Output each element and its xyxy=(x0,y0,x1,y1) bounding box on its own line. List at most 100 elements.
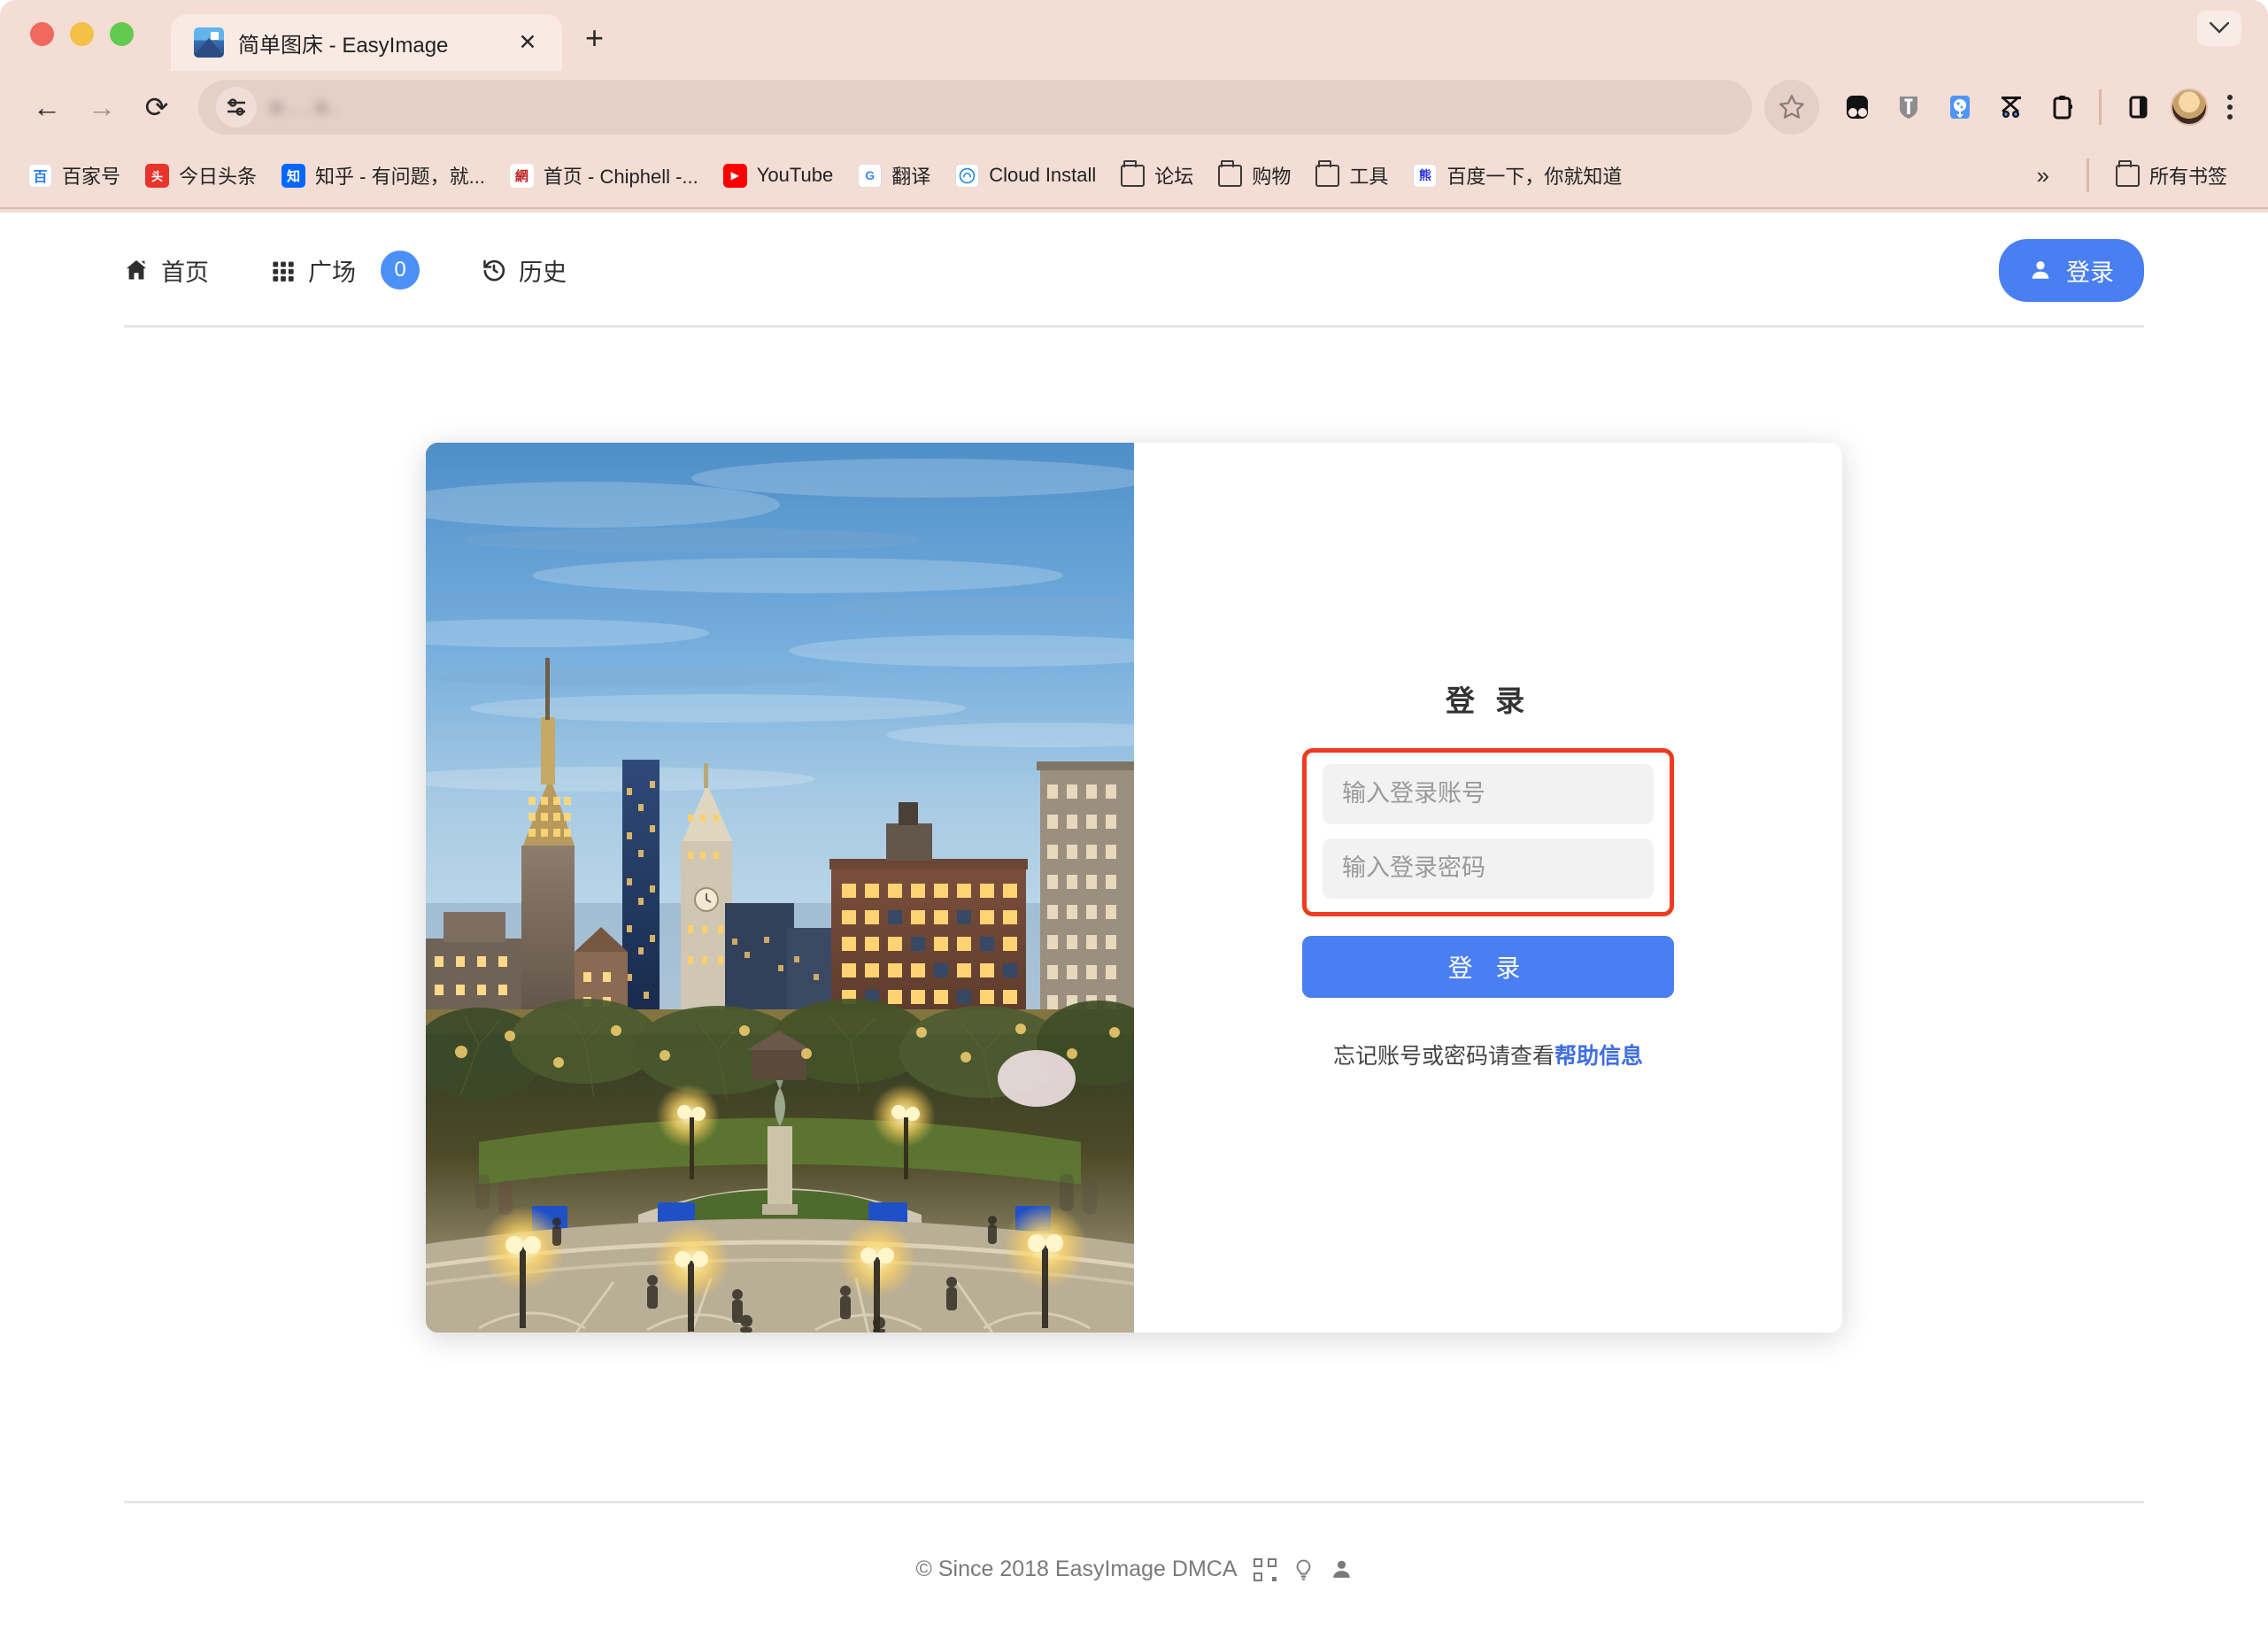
footer-divider xyxy=(124,1501,2144,1503)
tab-title: 简单图床 - EasyImage xyxy=(238,33,449,58)
pocket-icon[interactable] xyxy=(1832,81,1883,133)
google-translate-icon: G xyxy=(858,163,883,188)
bookmark-item-baidu[interactable]: 熊 百度一下，你就知道 xyxy=(1400,156,1634,195)
bookmark-item-baijiahao[interactable]: 百 百家号 xyxy=(16,156,133,195)
close-icon[interactable]: ✕ xyxy=(514,31,541,54)
site-settings-icon[interactable] xyxy=(216,87,257,127)
login-helper-text: 忘记账号或密码请查看帮助信息 xyxy=(1302,1039,1674,1070)
bookmark-label: YouTube xyxy=(756,164,834,186)
bookmark-label: 首页 - Chiphell -... xyxy=(543,166,698,188)
folder-icon xyxy=(1121,159,1146,187)
hero-image xyxy=(426,443,1134,1333)
nav-item-history[interactable]: 历史 xyxy=(482,253,567,288)
bookmark-star-icon[interactable] xyxy=(1764,80,1819,135)
side-panel-icon[interactable] xyxy=(2112,81,2164,133)
toutiao-icon: 头 xyxy=(145,163,170,188)
toolbar-divider xyxy=(2099,89,2102,125)
folder-icon xyxy=(2115,159,2140,187)
login-panel: 登 录 登 录 忘记账号或密码请查看帮助信息 xyxy=(1134,443,1842,1333)
plaza-count-badge: 0 xyxy=(381,251,420,290)
nav-item-home[interactable]: 首页 xyxy=(124,253,209,288)
login-card: 登 录 登 录 忘记账号或密码请查看帮助信息 xyxy=(426,443,1842,1333)
browser-menu-button[interactable] xyxy=(2215,95,2245,120)
window-controls xyxy=(30,22,134,71)
folder-icon xyxy=(1315,159,1340,187)
bookmarks-bar: 百 百家号 头 今日头条 知 知乎 - 有问题，就... 網 首页 - Chip… xyxy=(0,143,2268,209)
folder-icon xyxy=(1218,159,1243,187)
all-bookmarks-label: 所有书签 xyxy=(2148,166,2227,188)
cookie-icon[interactable] xyxy=(1934,81,1986,133)
login-form-title: 登 录 xyxy=(1445,684,1531,717)
bookmark-folder-shopping[interactable]: 购物 xyxy=(1206,156,1303,195)
bookmark-item-translate[interactable]: G 翻译 xyxy=(845,156,943,195)
site-nav: 首页 广场 0 历史 登录 xyxy=(0,212,2268,328)
baijiahao-icon: 百 xyxy=(28,163,52,188)
close-window-button[interactable] xyxy=(30,22,54,46)
bookmark-label: 工具 xyxy=(1349,166,1389,188)
forward-button[interactable]: → xyxy=(74,80,129,135)
browser-chrome: 简单图床 - EasyImage ✕ + ← → ⟳ n . . n . 百 百… xyxy=(0,0,2268,212)
bookmark-label: 购物 xyxy=(1252,166,1292,188)
header-login-button[interactable]: 登录 xyxy=(1999,238,2144,302)
header-login-label: 登录 xyxy=(2066,259,2114,286)
browser-toolbar: ← → ⟳ n . . n . xyxy=(0,71,2268,143)
bookmark-item-cloud-install[interactable]: Cloud Install xyxy=(943,158,1108,193)
browser-tab[interactable]: 简单图床 - EasyImage ✕ xyxy=(171,14,562,71)
bookmark-item-zhihu[interactable]: 知 知乎 - 有问题，就... xyxy=(269,156,498,195)
username-input[interactable] xyxy=(1323,763,1654,824)
zhihu-icon: 知 xyxy=(282,163,306,188)
image-mountain-icon xyxy=(194,27,224,58)
bookmark-label: Cloud Install xyxy=(989,164,1097,186)
nav-item-plaza[interactable]: 广场 0 xyxy=(271,251,420,290)
user-icon xyxy=(2029,259,2052,282)
url-text: n . . n . xyxy=(271,95,342,119)
address-bar[interactable]: n . . n . xyxy=(198,80,1752,135)
bookmark-label: 翻译 xyxy=(891,166,931,188)
main-area: 登 录 登 录 忘记账号或密码请查看帮助信息 xyxy=(0,328,2268,1333)
nav-item-label: 历史 xyxy=(519,259,567,286)
footer-copyright: © Since 2018 EasyImage DMCA xyxy=(915,1557,1238,1581)
page-content: 首页 广场 0 历史 登录 登 录 输入登录账号 登 录 忘记账号或密码请查看帮… xyxy=(0,212,2268,1638)
bookmark-label: 百家号 xyxy=(62,166,121,188)
nav-item-label: 广场 xyxy=(308,259,356,286)
help-info-link[interactable]: 帮助信息 xyxy=(1554,1044,1643,1069)
grid-icon xyxy=(271,258,296,282)
cloud-install-icon xyxy=(955,163,980,188)
avatar[interactable] xyxy=(2164,81,2215,133)
home-icon xyxy=(124,258,149,282)
all-bookmarks-button[interactable]: 所有书签 xyxy=(2103,156,2240,195)
baidu-icon: 熊 xyxy=(1413,163,1438,188)
back-button[interactable]: ← xyxy=(19,80,74,135)
youtube-icon: ▶ xyxy=(722,163,747,188)
bookmarks-overflow-button[interactable]: » xyxy=(2014,162,2072,189)
maximize-window-button[interactable] xyxy=(110,22,134,46)
tab-strip: 简单图床 - EasyImage ✕ + xyxy=(0,0,2268,71)
bookmark-item-chiphell[interactable]: 網 首页 - Chiphell -... xyxy=(498,156,711,195)
bookmark-label: 今日头条 xyxy=(179,166,258,188)
page-footer: © Since 2018 EasyImage DMCA xyxy=(0,1501,2268,1638)
bookmark-item-toutiao[interactable]: 头 今日头条 xyxy=(133,156,269,195)
chiphell-icon: 網 xyxy=(509,163,534,188)
bookmarks-divider xyxy=(2086,158,2089,192)
screenshot-icon[interactable] xyxy=(1986,81,2037,133)
qrcode-icon[interactable] xyxy=(1253,1557,1277,1581)
login-submit-button[interactable]: 登 录 xyxy=(1302,935,1674,998)
minimize-window-button[interactable] xyxy=(70,22,94,46)
lightbulb-icon[interactable] xyxy=(1292,1558,1315,1581)
bookmark-folder-forum[interactable]: 论坛 xyxy=(1108,156,1206,195)
bookmark-folder-tools[interactable]: 工具 xyxy=(1303,156,1400,195)
bookmark-label: 知乎 - 有问题，就... xyxy=(315,166,485,188)
clipboard-icon[interactable] xyxy=(2037,81,2088,133)
bookmark-item-youtube[interactable]: ▶ YouTube xyxy=(711,158,845,193)
bookmark-label: 论坛 xyxy=(1154,166,1194,188)
password-input[interactable] xyxy=(1323,838,1654,899)
reload-button[interactable]: ⟳ xyxy=(129,80,184,135)
new-tab-button[interactable]: + xyxy=(585,19,604,71)
nav-item-label: 首页 xyxy=(161,259,209,286)
helper-text-label: 忘记账号或密码请查看 xyxy=(1332,1043,1554,1069)
user-icon[interactable] xyxy=(1331,1558,1353,1580)
chevron-down-icon[interactable] xyxy=(2197,11,2241,46)
history-icon xyxy=(482,258,506,282)
bookmark-label: 百度一下，你就知道 xyxy=(1446,166,1623,188)
shield-icon[interactable] xyxy=(1883,81,1934,133)
